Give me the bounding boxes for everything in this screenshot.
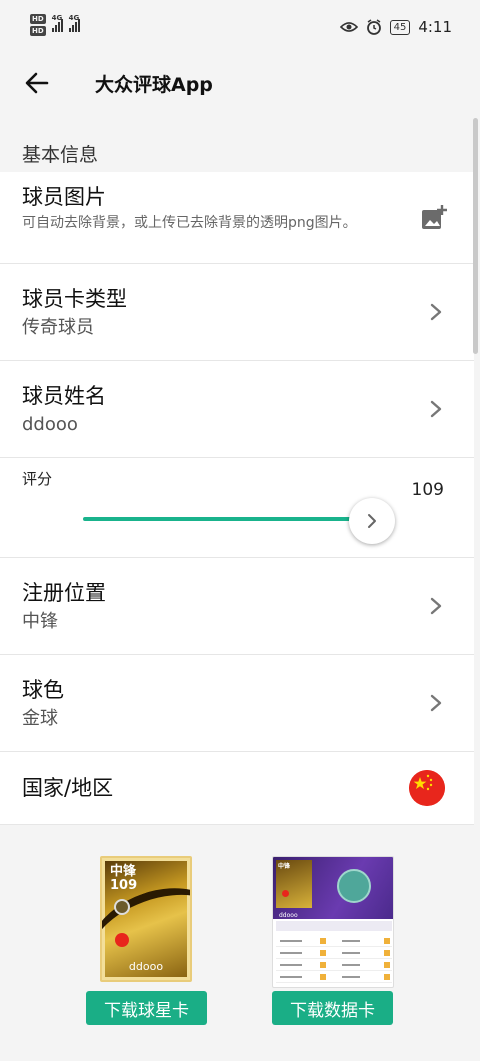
data-card-header: 中锋 ddooo	[273, 857, 393, 919]
battery-icon: 45	[389, 19, 411, 35]
player-name-row[interactable]: 球员姓名 ddooo	[0, 361, 474, 458]
player-photo-hint: 可自动去除背景，或上传已去除背景的透明png图片。	[22, 215, 357, 231]
status-bar: HD HD 4G 4G 45 4:11	[0, 0, 480, 58]
medal-icon	[114, 899, 130, 915]
chevron-right-icon	[430, 303, 442, 321]
hd-indicators: HD HD	[30, 14, 46, 36]
chevron-right-icon	[430, 694, 442, 712]
hd-badge: HD	[30, 14, 46, 24]
star-card-rating: 109	[110, 878, 138, 893]
preview-panel: 中锋 109 ddooo 中锋 ddooo 下载球星卡 下载数据卡	[0, 838, 480, 1061]
flag-icon	[282, 890, 289, 897]
page-title: 大众评球App	[95, 73, 213, 96]
data-card-position: 中锋	[278, 863, 291, 870]
chevron-right-icon	[430, 400, 442, 418]
chevron-right-icon	[368, 514, 376, 528]
star-card-position: 中锋	[110, 864, 137, 879]
ball-color-row[interactable]: 球色 金球	[0, 655, 474, 752]
chevron-right-icon	[430, 597, 442, 615]
flag-icon	[115, 933, 129, 947]
network-label: 4G	[68, 14, 80, 22]
data-card-subheader	[276, 921, 392, 931]
position-value: 中锋	[22, 611, 58, 632]
radar-chart-icon	[337, 869, 371, 903]
eye-icon	[339, 22, 358, 32]
data-card-preview: 中锋 ddooo	[272, 856, 394, 988]
star-card-name: ddooo	[128, 960, 164, 973]
alarm-icon	[366, 19, 381, 35]
player-name-label: 球员姓名	[22, 384, 106, 408]
signal-1-icon: 4G	[51, 14, 63, 32]
country-label: 国家/地区	[22, 776, 114, 800]
scrollbar[interactable]	[473, 118, 478, 354]
app-toolbar: 大众评球App	[0, 58, 480, 108]
ball-color-value: 金球	[22, 708, 58, 729]
data-card-name: ddooo	[279, 912, 298, 919]
card-type-value: 传奇球员	[22, 317, 94, 338]
rating-slider-track[interactable]	[83, 517, 373, 521]
data-card-stats	[276, 935, 392, 983]
network-label: 4G	[51, 14, 63, 22]
hd-badge: HD	[30, 26, 46, 36]
download-data-card-button[interactable]: 下载数据卡	[272, 991, 393, 1025]
position-label: 注册位置	[22, 581, 106, 605]
star-card-background: 中锋 109 ddooo	[102, 861, 190, 980]
rating-slider-thumb[interactable]	[349, 498, 395, 544]
rating-row: 评分 109	[0, 458, 474, 558]
ball-color-label: 球色	[22, 678, 64, 702]
clock: 4:11	[418, 18, 452, 36]
player-name-value: ddooo	[22, 414, 78, 435]
back-arrow-icon	[25, 72, 49, 94]
rating-label: 评分	[22, 470, 53, 488]
country-row[interactable]: 国家/地区	[0, 752, 474, 825]
position-row[interactable]: 注册位置 中锋	[0, 558, 474, 655]
player-photo-label: 球员图片	[22, 185, 106, 209]
section-header: 基本信息	[22, 144, 99, 166]
card-type-label: 球员卡类型	[22, 287, 127, 311]
settings-list: 球员图片 可自动去除背景，或上传已去除背景的透明png图片。 球员卡类型 传奇球…	[0, 172, 474, 825]
download-star-card-button[interactable]: 下载球星卡	[86, 991, 207, 1025]
china-flag-icon	[409, 770, 445, 806]
add-photo-icon[interactable]	[420, 204, 448, 232]
signal-2-icon: 4G	[68, 14, 80, 32]
rating-value: 109	[411, 480, 444, 500]
status-bar-right: 45 4:11	[339, 18, 452, 36]
status-bar-left: HD HD 4G 4G	[30, 14, 80, 36]
back-button[interactable]	[17, 63, 57, 103]
star-card-preview: 中锋 109 ddooo	[100, 856, 192, 982]
player-photo-row[interactable]: 球员图片 可自动去除背景，或上传已去除背景的透明png图片。	[0, 172, 474, 264]
data-card-mini-card: 中锋	[276, 860, 312, 908]
card-type-row[interactable]: 球员卡类型 传奇球员	[0, 264, 474, 361]
